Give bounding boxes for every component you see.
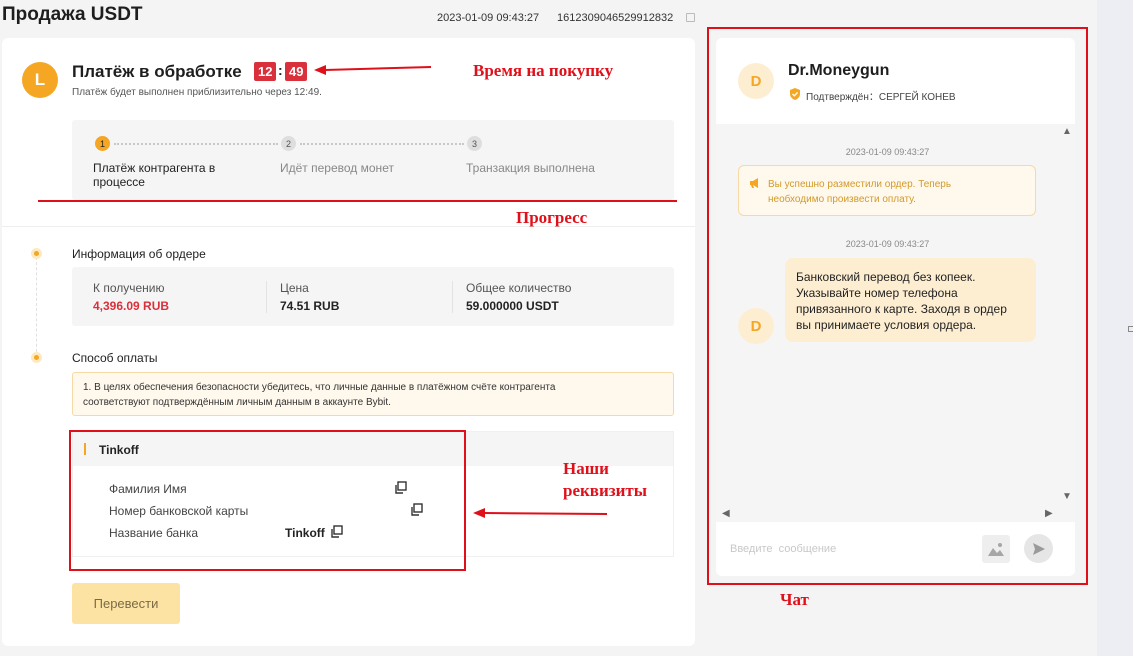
- status-title: Платёж в обработке: [72, 62, 242, 81]
- receive-amount: 4,396.09 RUB: [93, 299, 170, 313]
- warning-line: 1. В целях обеспечения безопасности убед…: [83, 382, 556, 393]
- order-id: 1612309046529912832: [557, 12, 674, 24]
- warning-line: соответствуют подтверждённым личным данн…: [83, 397, 391, 408]
- price-value: 74.51 RUB: [280, 299, 340, 313]
- chat-highlight-box: [707, 27, 1088, 585]
- quantity-label: Общее количество: [466, 281, 572, 295]
- timeline-line: [36, 257, 37, 357]
- details-annotation-line: реквизиты: [563, 481, 648, 500]
- step-1-label: Платёж контрагента в процессе: [93, 161, 216, 189]
- order-datetime: 2023-01-09 09:43:27: [437, 12, 540, 24]
- details-highlight-box: [69, 430, 466, 571]
- step-connector: [114, 143, 278, 145]
- status-subtitle: Платёж будет выполнен приблизительно чер…: [72, 87, 322, 98]
- progress-annotation: Прогресс: [516, 208, 588, 227]
- order-info-box: [72, 267, 674, 326]
- step-3-label: Транзакция выполнена: [466, 161, 595, 175]
- order-info-separator: [452, 281, 453, 313]
- step-connector: [300, 143, 464, 145]
- receive-label: К получению: [93, 281, 165, 295]
- details-annotation: Наши реквизиты: [563, 458, 647, 502]
- scrollbar-handle[interactable]: [1128, 326, 1133, 332]
- timer-annotation: Время на покупку: [473, 61, 614, 80]
- payment-method-title: Способ оплаты: [72, 351, 158, 365]
- security-warning: 1. В целях обеспечения безопасности убед…: [72, 372, 674, 416]
- price-label: Цена: [280, 281, 309, 295]
- transfer-button[interactable]: Перевести: [72, 583, 180, 624]
- order-info-title: Информация об ордере: [72, 247, 206, 261]
- timer-minutes: 12: [254, 62, 277, 81]
- timer-seconds: 49: [285, 62, 308, 81]
- user-avatar: L: [22, 62, 58, 98]
- timer-separator: :: [278, 62, 283, 78]
- step-3-number: 3: [467, 136, 482, 151]
- step-2-label: Идёт перевод монет: [280, 161, 394, 175]
- arrow-to-timer: [314, 65, 432, 75]
- page-title: Продажа USDT: [2, 4, 143, 25]
- copy-order-id-icon[interactable]: [686, 13, 695, 22]
- section-divider: [2, 226, 695, 227]
- chat-annotation: Чат: [780, 590, 809, 609]
- timeline-dot: [31, 248, 42, 259]
- step-2-number: 2: [281, 136, 296, 151]
- order-info-separator: [266, 281, 267, 313]
- step-1-number: 1: [95, 136, 110, 151]
- arrow-to-details: [473, 508, 608, 518]
- timeline-dot: [31, 352, 42, 363]
- quantity-value: 59.000000 USDT: [466, 299, 559, 313]
- progress-underline: [38, 200, 677, 202]
- details-annotation-line: Наши: [563, 459, 609, 478]
